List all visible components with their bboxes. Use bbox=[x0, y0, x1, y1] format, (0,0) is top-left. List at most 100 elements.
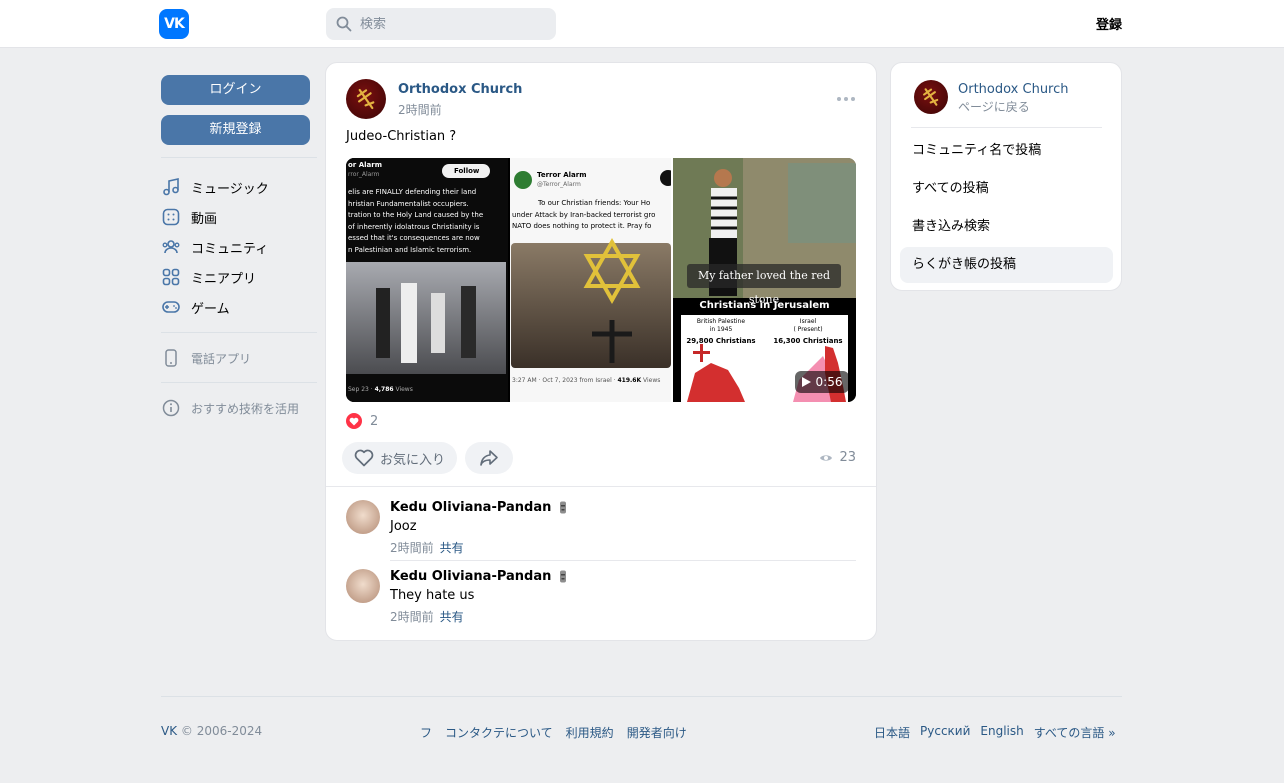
tweet-handle: rror_Alarm bbox=[348, 171, 380, 178]
community-back-link[interactable]: Orthodox Church ページに戻る bbox=[914, 80, 1104, 116]
post-author-link[interactable]: Orthodox Church bbox=[398, 82, 522, 97]
comment-text: They hate us bbox=[390, 588, 475, 603]
panel-item-all-posts[interactable]: すべての投稿 bbox=[900, 171, 1113, 207]
share-button[interactable] bbox=[465, 442, 514, 474]
music-icon bbox=[161, 177, 181, 197]
commenter-name[interactable]: Kedu Oliviana-Pandan bbox=[390, 569, 568, 584]
comment-share-link[interactable]: 共有 bbox=[440, 541, 464, 555]
post-photo-tweets[interactable]: or Alarm rror_Alarm Follow elis are FINA… bbox=[346, 158, 671, 402]
cross-icon bbox=[356, 88, 375, 110]
recommend-tech-label: おすすめ技術を活用 bbox=[191, 401, 300, 416]
footer-links: フ コンタクテについて 利用規約 開発者向け bbox=[420, 724, 687, 741]
phone-app-link[interactable]: 電話アプリ bbox=[161, 343, 317, 373]
footer-vk-link[interactable]: VK bbox=[161, 724, 177, 738]
tweet-text: To our Christian friends: Your Ho under … bbox=[512, 199, 656, 230]
views-counter: 23 bbox=[819, 450, 856, 465]
recommend-tech-link[interactable]: おすすめ技術を活用 bbox=[161, 393, 317, 423]
panel-item-search-posts[interactable]: 書き込み検索 bbox=[900, 209, 1113, 245]
tweet-footer: 3:27 AM · Oct 7, 2023 from Israel · 419.… bbox=[512, 377, 661, 384]
mini-apps-icon bbox=[161, 267, 181, 287]
panel-item-community-posts[interactable]: コミュニティ名で投稿 bbox=[900, 133, 1113, 169]
map-title: Christians in Jerusalem bbox=[699, 300, 830, 311]
search-box[interactable] bbox=[326, 8, 556, 40]
signup-button[interactable]: 新規登録 bbox=[161, 115, 310, 145]
commenter-avatar[interactable] bbox=[346, 569, 380, 603]
eye-icon bbox=[820, 454, 833, 461]
sidebar-item-label: コミュニティ bbox=[191, 241, 269, 257]
video-duration: 0:56 bbox=[795, 371, 849, 393]
footer-link[interactable]: フ bbox=[420, 724, 432, 741]
sidebar-divider bbox=[161, 157, 317, 158]
community-avatar bbox=[914, 80, 948, 114]
play-icon bbox=[801, 377, 811, 387]
comment-meta: 2時間前 共有 bbox=[390, 610, 464, 624]
footer-link-terms[interactable]: 利用規約 bbox=[566, 724, 614, 741]
login-button[interactable]: ログイン bbox=[161, 75, 310, 105]
tweet-author: or Alarm bbox=[348, 161, 382, 169]
post-time: 2時間前 bbox=[398, 103, 442, 117]
likes-summary[interactable]: 2 bbox=[346, 413, 378, 429]
heart-filled-icon bbox=[346, 413, 362, 429]
top-bar: VK 登録 bbox=[0, 0, 1284, 48]
community-avatar[interactable] bbox=[346, 79, 386, 119]
sidebar-item-label: 動画 bbox=[191, 211, 218, 227]
left-sidebar: ログイン 新規登録 ミュージック 動画 コミュニティ ミニアプリ ゲーム 電話ア… bbox=[161, 75, 317, 423]
favorite-button[interactable]: お気に入り bbox=[342, 442, 458, 474]
likes-count: 2 bbox=[370, 413, 379, 429]
share-icon bbox=[480, 450, 498, 466]
comment-share-link[interactable]: 共有 bbox=[440, 610, 464, 624]
search-input[interactable] bbox=[360, 16, 540, 32]
community-name: Orthodox Church bbox=[958, 82, 1069, 97]
video-icon bbox=[161, 207, 181, 227]
post-gallery: or Alarm rror_Alarm Follow elis are FINA… bbox=[346, 158, 856, 402]
favorite-label: お気に入り bbox=[380, 452, 446, 468]
footer-link-developers[interactable]: 開発者向け bbox=[627, 724, 687, 741]
tweet-handle: @Terror_Alarm bbox=[537, 181, 581, 188]
comment-meta: 2時間前 共有 bbox=[390, 541, 464, 555]
comment-divider bbox=[390, 560, 856, 561]
language-all[interactable]: すべての言語 » bbox=[1034, 724, 1116, 741]
commenter-name[interactable]: Kedu Oliviana-Pandan bbox=[390, 500, 568, 515]
language-japanese[interactable]: 日本語 bbox=[874, 724, 910, 741]
vk-logo[interactable]: VK bbox=[159, 9, 189, 39]
video-caption: My father loved the red stone bbox=[687, 264, 841, 306]
map-label-left: British Palestine in 1945 29,800 Christian… bbox=[686, 318, 756, 345]
map-label-right: Israel( Present) 16,300 Christians bbox=[773, 318, 843, 345]
language-english[interactable]: English bbox=[980, 724, 1023, 741]
post-actions: お気に入り bbox=[342, 442, 514, 474]
moai-icon bbox=[560, 501, 567, 514]
tweet-footer: Sep 23 · 4,786 Views bbox=[348, 386, 413, 393]
heart-icon bbox=[354, 449, 374, 467]
sidebar-item-mini-apps[interactable]: ミニアプリ bbox=[161, 262, 317, 292]
register-link[interactable]: 登録 bbox=[1082, 14, 1122, 33]
footer-link-about[interactable]: コンタクテについて bbox=[445, 724, 553, 741]
tweet-text: elis are FINALLY defending their land hr… bbox=[348, 188, 484, 254]
comment-text: Jooz bbox=[390, 519, 417, 534]
commenter-avatar[interactable] bbox=[346, 500, 380, 534]
language-russian[interactable]: Русский bbox=[920, 724, 970, 741]
gamepad-icon bbox=[161, 297, 181, 317]
panel-divider bbox=[911, 127, 1102, 128]
sidebar-item-label: ミュージック bbox=[191, 181, 269, 197]
community-icon bbox=[161, 237, 181, 257]
cross-icon bbox=[923, 88, 939, 106]
tweet-author: Terror Alarm bbox=[537, 171, 587, 179]
sidebar-item-video[interactable]: 動画 bbox=[161, 202, 317, 232]
more-options-button[interactable] bbox=[834, 89, 858, 109]
panel-item-guestbook-posts[interactable]: らくがき帳の投稿 bbox=[900, 247, 1113, 283]
sidebar-item-community[interactable]: コミュニティ bbox=[161, 232, 317, 262]
sidebar-item-music[interactable]: ミュージック bbox=[161, 172, 317, 202]
sidebar-item-label: ゲーム bbox=[191, 301, 230, 317]
footer-languages: 日本語 Русский English すべての言語 » bbox=[874, 724, 1116, 741]
post-video-thumbnail[interactable]: My father loved the red stone Christians… bbox=[673, 158, 856, 402]
sidebar-item-label: ミニアプリ bbox=[191, 271, 257, 287]
phone-app-label: 電話アプリ bbox=[191, 351, 252, 366]
sidebar-item-games[interactable]: ゲーム bbox=[161, 292, 317, 322]
community-nav-card: Orthodox Church ページに戻る コミュニティ名で投稿 すべての投稿… bbox=[890, 62, 1122, 291]
sidebar-divider bbox=[161, 332, 317, 333]
footer-divider bbox=[161, 696, 1122, 697]
back-to-page-label: ページに戻る bbox=[958, 100, 1030, 114]
moai-icon bbox=[560, 570, 567, 583]
post-divider bbox=[326, 486, 876, 487]
post-card: Orthodox Church 2時間前 Judeo-Christian ? o… bbox=[325, 62, 877, 641]
